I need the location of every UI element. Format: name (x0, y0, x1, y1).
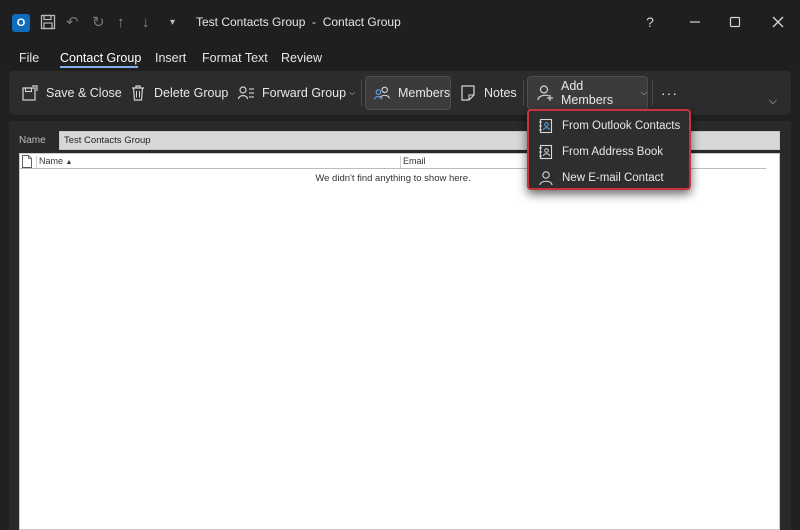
previous-item-icon[interactable]: ↑ (117, 12, 125, 32)
menu-format-text[interactable]: Format Text (202, 51, 268, 65)
menu-contact-group[interactable]: Contact Group (60, 51, 141, 65)
redo-icon[interactable]: ↻ (92, 12, 105, 32)
from-outlook-contacts-label: From Outlook Contacts (562, 120, 681, 132)
close-icon[interactable] (763, 10, 793, 34)
menu-review[interactable]: Review (281, 51, 322, 65)
contacts-book-icon (538, 118, 554, 134)
menu-file[interactable]: File (19, 51, 39, 65)
customize-toolbar-icon[interactable]: ▾ (170, 12, 175, 32)
active-tab-indicator (60, 66, 138, 68)
chevron-down-icon[interactable]: ⌵ (769, 95, 777, 108)
new-email-contact-label: New E-mail Contact (562, 172, 664, 184)
save-close-button[interactable]: Save & Close (21, 76, 122, 110)
sort-ascending-icon: ▲ (65, 159, 73, 166)
members-icon (373, 84, 391, 102)
members-button[interactable]: Members (365, 76, 451, 110)
members-label: Members (398, 86, 451, 100)
column-header-name[interactable]: Name ▲ (36, 156, 72, 168)
menu-insert[interactable]: Insert (155, 51, 186, 65)
save-icon[interactable] (40, 12, 56, 32)
ribbon-separator (361, 80, 362, 106)
add-members-button[interactable]: Add Members ⌵ (527, 76, 648, 110)
name-label: Name (19, 135, 46, 146)
ribbon-separator (652, 80, 653, 106)
new-contact-icon (538, 170, 554, 186)
notes-label: Notes (484, 86, 517, 100)
delete-group-button[interactable]: Delete Group (129, 76, 228, 110)
title-bar: O ↶ ↻ ↑ ↓ ▾ Test Contacts Group - Contac… (0, 0, 800, 44)
minimize-icon[interactable] (680, 10, 710, 34)
outlook-icon: O (12, 14, 30, 32)
save-close-icon (21, 84, 39, 102)
from-outlook-contacts-item[interactable]: From Outlook Contacts (531, 114, 687, 138)
save-close-label: Save & Close (46, 86, 122, 100)
more-options-button[interactable]: ··· (661, 76, 678, 110)
ribbon-separator (523, 80, 524, 106)
help-button[interactable]: ? (635, 10, 665, 34)
document-icon (21, 155, 33, 168)
next-item-icon[interactable]: ↓ (142, 12, 150, 32)
chevron-down-icon: ⌵ (349, 88, 356, 97)
window-title: Test Contacts Group - Contact Group (196, 15, 401, 29)
new-email-contact-item[interactable]: New E-mail Contact (531, 166, 687, 190)
delete-group-label: Delete Group (154, 86, 229, 100)
add-members-label: Add Members (561, 79, 614, 107)
members-list[interactable]: Name ▲ Email We didn't find anything to … (19, 153, 780, 530)
trash-icon (129, 84, 147, 102)
add-person-icon (536, 84, 554, 102)
column-header-email[interactable]: Email (400, 156, 426, 168)
notes-icon (459, 84, 477, 102)
from-address-book-label: From Address Book (562, 146, 663, 158)
address-book-icon (538, 144, 554, 160)
notes-button[interactable]: Notes (459, 76, 517, 110)
forward-contact-icon (237, 84, 255, 102)
forward-group-label: Forward Group (262, 86, 347, 100)
add-members-dropdown: From Outlook Contacts From Address Book … (527, 109, 691, 190)
undo-icon[interactable]: ↶ (66, 12, 79, 32)
chevron-down-icon: ⌵ (640, 88, 647, 97)
forward-group-button[interactable]: Forward Group ⌵ (237, 76, 355, 110)
maximize-icon[interactable] (720, 10, 750, 34)
from-address-book-item[interactable]: From Address Book (531, 140, 687, 164)
